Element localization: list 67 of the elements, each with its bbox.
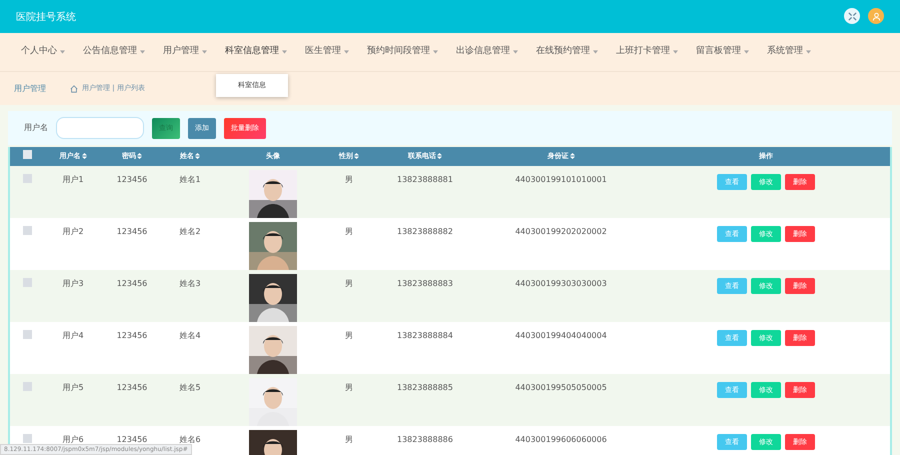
table-cell: 姓名5 <box>179 383 201 392</box>
table-cell: 用户5 <box>62 383 84 392</box>
table-cell: 123456 <box>116 175 148 184</box>
sort-icon[interactable] <box>137 153 142 160</box>
sort-icon[interactable] <box>437 153 442 160</box>
table-cell: 姓名2 <box>179 227 201 236</box>
row-checkbox[interactable] <box>22 382 32 391</box>
table-cell: 姓名4 <box>179 331 201 340</box>
table-cell: 用户3 <box>62 279 84 288</box>
sort-icon[interactable] <box>195 153 200 160</box>
row-checkbox[interactable] <box>22 434 32 443</box>
table-cell: 440300199101010001 <box>515 175 607 184</box>
table-cell: 男 <box>345 331 353 340</box>
home-icon[interactable] <box>70 84 78 92</box>
table-cell: 13823888886 <box>397 435 453 444</box>
nav-menu-item[interactable]: 留言板管理 <box>687 45 758 59</box>
table-cell: 440300199606060006 <box>515 435 607 444</box>
table-cell: 13823888885 <box>397 383 453 392</box>
table-cell: 440300199202020002 <box>515 227 607 236</box>
table-cell: 男 <box>345 383 353 392</box>
table-cell: 13823888882 <box>397 227 453 236</box>
table-cell: 男 <box>345 175 353 184</box>
row-checkbox[interactable] <box>22 330 32 339</box>
select-all-checkbox[interactable] <box>22 150 32 160</box>
app-title: 医院挂号系统 <box>16 10 76 25</box>
sort-icon[interactable] <box>570 153 574 160</box>
page-title: 用户管理 <box>14 82 46 94</box>
nav-menu-item[interactable]: 预约时间段管理 <box>358 45 447 59</box>
nav-menu-item[interactable]: 个人中心 <box>12 45 74 59</box>
table-cell: 13823888884 <box>397 331 453 340</box>
nav-menu-item[interactable]: 系统管理 <box>758 45 820 59</box>
row-checkbox[interactable] <box>22 278 32 287</box>
nav-menu-item[interactable]: 医生管理 <box>296 45 358 59</box>
table-cell: 姓名6 <box>179 435 201 444</box>
table-cell: 用户2 <box>62 227 84 236</box>
table-cell: 男 <box>345 227 353 236</box>
table-cell: 用户4 <box>62 331 84 340</box>
table-cell: 123456 <box>116 383 148 392</box>
nav-menu-item[interactable]: 公告信息管理 <box>74 45 154 59</box>
nav-menu-item[interactable]: 科室信息管理 <box>216 45 296 59</box>
row-checkbox[interactable] <box>22 174 32 183</box>
nav-menu-item[interactable]: 上班打卡管理 <box>607 45 687 59</box>
nav-menu-item[interactable]: 在线预约管理 <box>527 45 607 59</box>
search-field[interactable] <box>56 117 144 139</box>
field-label: 用户名 <box>24 122 48 134</box>
nav-menu-item[interactable]: 出诊信息管理 <box>447 45 527 59</box>
table-cell: 用户6 <box>62 435 84 444</box>
table-cell: 13823888883 <box>397 279 453 288</box>
sort-icon[interactable] <box>82 153 86 160</box>
table-cell: 440300199505050005 <box>515 383 607 392</box>
user-avatar-icon[interactable] <box>868 8 884 24</box>
table-cell: 123456 <box>116 435 148 444</box>
table-cell: 男 <box>345 279 353 288</box>
fullscreen-icon[interactable] <box>844 8 860 24</box>
table-cell: 男 <box>345 435 353 444</box>
table-cell: 123456 <box>116 279 148 288</box>
table-cell: 123456 <box>116 331 148 340</box>
table-cell: 姓名3 <box>179 279 201 288</box>
table-cell: 123456 <box>116 227 148 236</box>
table-cell: 姓名1 <box>179 175 201 184</box>
sort-icon[interactable] <box>354 153 359 160</box>
table-cell: 440300199303030003 <box>515 279 607 288</box>
table-cell: 用户1 <box>62 175 84 184</box>
row-checkbox[interactable] <box>22 226 32 235</box>
nav-menu-item[interactable]: 用户管理 <box>154 45 216 59</box>
table-cell: 440300199404040004 <box>515 331 607 340</box>
table-cell: 13823888881 <box>397 175 453 184</box>
